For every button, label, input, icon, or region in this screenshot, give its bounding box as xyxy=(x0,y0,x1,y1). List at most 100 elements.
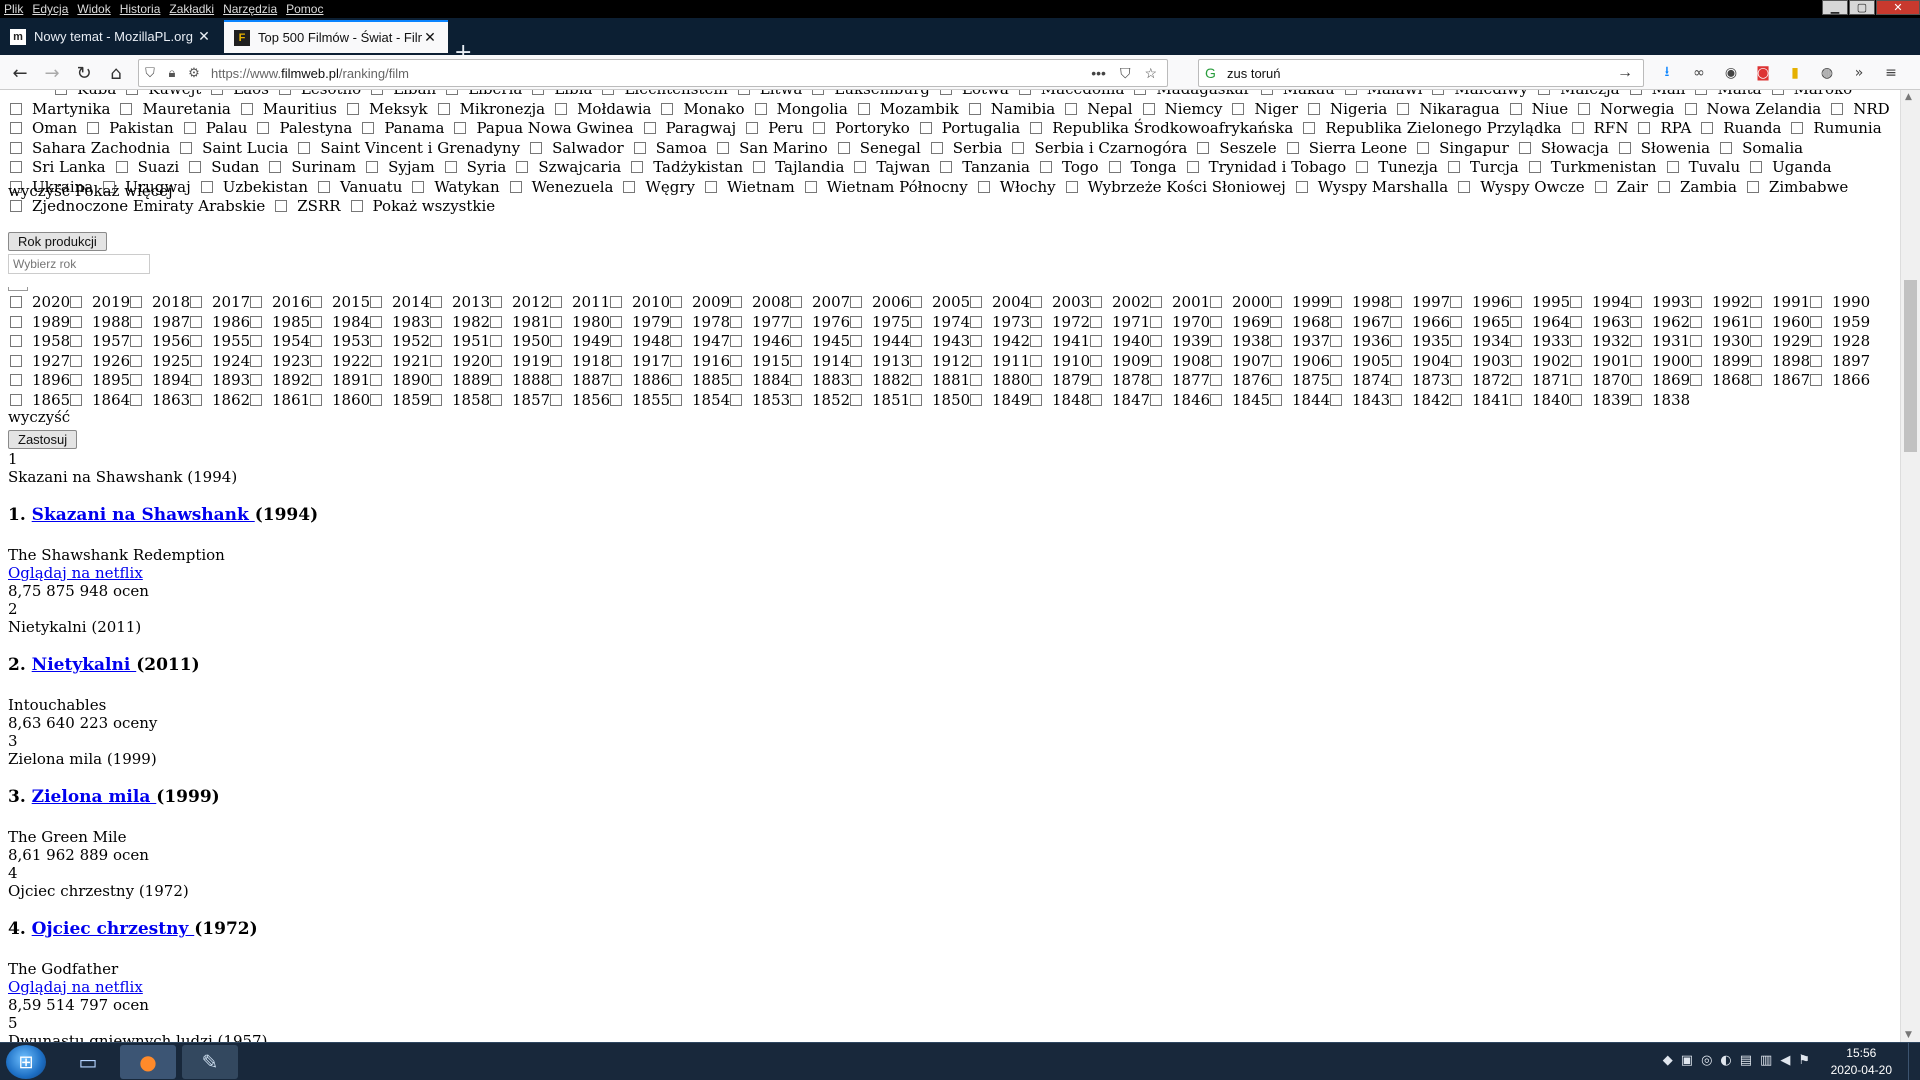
year-option[interactable]: 1989 xyxy=(10,313,70,333)
country-option[interactable]: Ruanda xyxy=(1701,119,1781,139)
year-option[interactable]: 1884 xyxy=(730,371,790,391)
year-option[interactable]: 1896 xyxy=(10,371,70,391)
country-option[interactable]: Sierra Leone xyxy=(1286,139,1407,159)
country-option[interactable]: Syjam xyxy=(366,158,435,178)
country-option[interactable]: Republika Środkowoafrykańska xyxy=(1030,119,1293,139)
country-checkbox[interactable] xyxy=(1831,102,1844,115)
country-checkbox[interactable] xyxy=(1397,102,1410,115)
country-checkbox[interactable] xyxy=(318,180,331,193)
country-checkbox[interactable] xyxy=(1012,141,1025,154)
year-option[interactable]: 1874 xyxy=(1330,371,1390,391)
year-option[interactable]: 1938 xyxy=(1210,332,1270,352)
country-checkbox[interactable] xyxy=(754,102,767,115)
year-option[interactable]: 1873 xyxy=(1390,371,1450,391)
year-option[interactable]: 1890 xyxy=(370,371,430,391)
country-option[interactable]: Nepal xyxy=(1065,100,1133,120)
year-checkbox[interactable] xyxy=(490,315,502,328)
country-option[interactable]: Niue xyxy=(1509,100,1568,120)
year-option[interactable]: 1853 xyxy=(730,391,790,411)
year-option[interactable]: 1872 xyxy=(1450,371,1510,391)
back-icon[interactable]: ← xyxy=(6,59,34,87)
year-option[interactable]: 2013 xyxy=(430,293,490,313)
year-option[interactable]: 2006 xyxy=(850,293,910,313)
address-bar[interactable]: ⛉ 🔒︎ ⚙ https://www.filmweb.pl/ranking/fi… xyxy=(138,59,1168,87)
country-option[interactable]: Pakistan xyxy=(87,119,174,139)
year-checkbox[interactable] xyxy=(1330,374,1342,387)
country-checkbox[interactable] xyxy=(115,161,128,173)
film-title-link[interactable]: Zielona mila xyxy=(32,787,157,807)
year-checkbox[interactable] xyxy=(1690,315,1702,328)
shield-icon[interactable]: ⛉ xyxy=(139,65,161,81)
year-checkbox[interactable] xyxy=(490,354,502,367)
year-checkbox[interactable] xyxy=(850,296,862,308)
country-option[interactable]: Portoryko xyxy=(813,119,910,139)
country-option[interactable]: Senegal xyxy=(837,139,921,159)
year-checkbox[interactable] xyxy=(1510,374,1522,387)
country-option[interactable]: Rumunia xyxy=(1791,119,1882,139)
country-checkbox[interactable] xyxy=(940,161,953,173)
year-option[interactable]: 1980 xyxy=(550,313,610,333)
year-option[interactable]: 1933 xyxy=(1510,332,1570,352)
year-checkbox[interactable] xyxy=(1390,296,1402,308)
year-option[interactable]: 1866 xyxy=(1810,371,1870,391)
year-checkbox[interactable] xyxy=(1150,296,1162,308)
year-option[interactable]: 1885 xyxy=(670,371,730,391)
year-checkbox[interactable] xyxy=(310,374,322,387)
country-option[interactable]: Samoa xyxy=(633,139,707,159)
country-option[interactable]: Syria xyxy=(444,158,506,178)
country-option[interactable]: Peru xyxy=(746,119,803,139)
year-option[interactable]: 2011 xyxy=(550,293,610,313)
year-option[interactable]: 1922 xyxy=(310,352,370,372)
country-checkbox[interactable] xyxy=(371,90,384,95)
country-checkbox[interactable] xyxy=(10,200,22,212)
country-checkbox[interactable] xyxy=(1746,180,1759,193)
year-checkbox[interactable] xyxy=(1330,335,1342,348)
year-checkbox[interactable] xyxy=(790,374,802,387)
year-option[interactable]: 1954 xyxy=(250,332,310,352)
country-option[interactable]: Uganda xyxy=(1750,158,1832,178)
year-option[interactable]: 1953 xyxy=(310,332,370,352)
year-option[interactable]: 1991 xyxy=(1750,293,1810,313)
year-checkbox[interactable] xyxy=(550,335,562,348)
year-checkbox[interactable] xyxy=(250,393,262,406)
year-checkbox[interactable] xyxy=(1450,335,1462,348)
year-option[interactable]: 1993 xyxy=(1630,293,1690,313)
year-checkbox[interactable] xyxy=(10,335,22,348)
country-checkbox[interactable] xyxy=(704,180,717,193)
year-option[interactable]: 1957 xyxy=(70,332,130,352)
year-checkbox[interactable] xyxy=(1030,393,1042,406)
year-option[interactable]: 1907 xyxy=(1210,352,1270,372)
year-checkbox[interactable] xyxy=(910,296,922,308)
year-checkbox[interactable] xyxy=(1270,296,1282,308)
country-checkbox[interactable] xyxy=(516,161,529,173)
film-title-link[interactable]: Ojciec chrzestny xyxy=(32,919,195,939)
year-option[interactable]: 1871 xyxy=(1510,371,1570,391)
page-actions-icon[interactable]: ••• xyxy=(1091,65,1106,82)
clock[interactable]: 15:56 2020-04-20 xyxy=(1831,1045,1892,1079)
year-checkbox[interactable] xyxy=(70,393,82,406)
country-checkbox[interactable] xyxy=(1295,180,1308,193)
country-checkbox[interactable] xyxy=(1356,161,1369,173)
year-checkbox[interactable] xyxy=(1810,374,1822,387)
country-checkbox[interactable] xyxy=(240,102,253,115)
country-option[interactable]: Saint Lucia xyxy=(180,139,288,159)
year-option[interactable]: 1838 xyxy=(1630,391,1690,411)
page-scrollbar[interactable]: ▲ ▼ xyxy=(1900,90,1920,1042)
scrollbar-thumb[interactable] xyxy=(1904,280,1917,452)
year-checkbox[interactable] xyxy=(1150,335,1162,348)
country-checkbox[interactable] xyxy=(1018,90,1031,95)
country-checkbox[interactable] xyxy=(362,122,375,134)
year-checkbox[interactable] xyxy=(790,315,802,328)
url-text[interactable]: https://www.filmweb.pl/ranking/film xyxy=(205,66,1091,81)
country-checkbox[interactable] xyxy=(1638,122,1651,134)
year-checkbox[interactable] xyxy=(130,393,142,406)
country-option[interactable]: NRD xyxy=(1831,100,1890,120)
year-checkbox[interactable] xyxy=(730,315,742,328)
country-checkbox[interactable] xyxy=(257,122,270,134)
country-checkbox[interactable] xyxy=(1657,180,1670,193)
country-checkbox[interactable] xyxy=(1030,122,1043,134)
menu-widok[interactable]: Widok xyxy=(77,2,110,16)
country-checkbox[interactable] xyxy=(1791,122,1804,134)
country-option[interactable]: Libia xyxy=(532,90,592,100)
country-checkbox[interactable] xyxy=(753,161,766,173)
